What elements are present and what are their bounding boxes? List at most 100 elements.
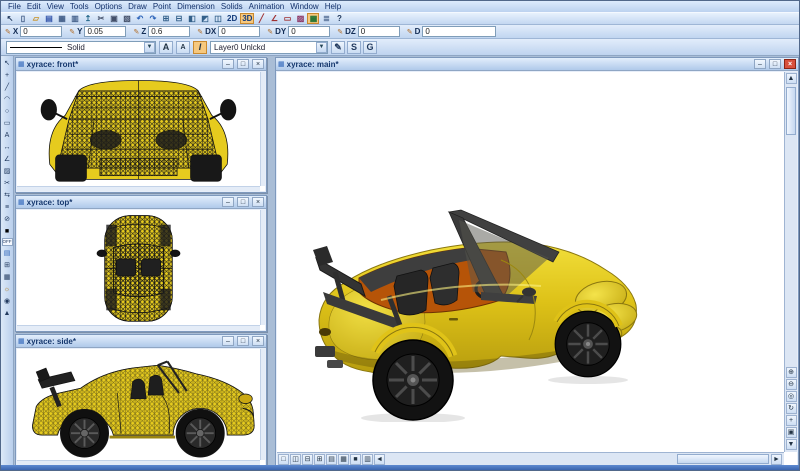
line-tool-icon[interactable]: ╱ [2, 82, 13, 92]
coord-input[interactable]: 0 [358, 26, 400, 37]
view-split-v-button[interactable]: ⊟ [302, 454, 313, 465]
mode-3d-button[interactable]: 3D [240, 13, 254, 24]
minimize-button[interactable]: – [754, 59, 766, 69]
spline-button[interactable]: S [347, 41, 361, 54]
viewport-main-titlebar[interactable]: ▦ xyrace: main* – □ × [276, 58, 798, 71]
viewport-top-canvas[interactable] [17, 210, 265, 330]
arc-tool-icon[interactable]: ◠ [2, 94, 13, 104]
trim-tool-icon[interactable]: ✂ [2, 178, 13, 188]
viewport-front-canvas[interactable] [17, 72, 265, 191]
coord-input[interactable]: 0.05 [84, 26, 126, 37]
view-iso-icon[interactable]: ◫ [212, 13, 224, 24]
menu-point[interactable]: Point [150, 2, 174, 11]
angle-tool-icon[interactable]: ∠ [268, 13, 280, 24]
view-grid-button[interactable]: ▦ [338, 454, 349, 465]
coord-lock-icon[interactable]: ✎ [337, 28, 343, 36]
menu-options[interactable]: Options [92, 2, 126, 11]
render-icon[interactable]: ▲ [2, 308, 13, 318]
viewport-scrollbar[interactable] [260, 72, 265, 186]
pointer-icon[interactable]: ↖ [4, 13, 16, 24]
horizontal-scroll-thumb[interactable] [677, 454, 769, 464]
refresh-view-icon[interactable]: ▣ [786, 427, 797, 438]
viewport-scrollbar[interactable] [260, 349, 265, 460]
zoom-out-icon[interactable]: ⊖ [786, 379, 797, 390]
coord-lock-icon[interactable]: ✎ [267, 28, 273, 36]
viewport-front-titlebar[interactable]: ▦ xyrace: front* – □ × [16, 58, 266, 71]
vertical-scroll-thumb[interactable] [786, 87, 796, 135]
view-wireframe-button[interactable]: ▥ [362, 454, 373, 465]
hatch-tool-icon[interactable]: ▨ [2, 166, 13, 176]
menu-help[interactable]: Help [322, 2, 344, 11]
text-tool-icon[interactable]: A [2, 130, 13, 140]
font-decrease-button[interactable]: A [176, 41, 190, 54]
save-icon[interactable]: ▤ [43, 13, 55, 24]
zoom-in-icon[interactable]: ⊕ [786, 367, 797, 378]
coord-lock-icon[interactable]: ✎ [69, 28, 75, 36]
menu-dimension[interactable]: Dimension [174, 2, 218, 11]
angle-tool-icon[interactable]: ∠ [2, 154, 13, 164]
maximize-button[interactable]: □ [237, 59, 249, 69]
coord-lock-icon[interactable]: ✎ [5, 28, 11, 36]
close-button[interactable]: × [252, 197, 264, 207]
viewport-top-titlebar[interactable]: ▦ xyrace: top* – □ × [16, 196, 266, 209]
select-arrow-icon[interactable]: ↖ [2, 58, 13, 68]
off-toggle[interactable]: OFF [2, 238, 13, 246]
horizontal-scroll-track[interactable] [386, 453, 771, 465]
chevron-down-icon[interactable]: ▼ [316, 42, 327, 53]
hatch-tool-icon[interactable]: ▨ [294, 13, 306, 24]
viewport-scrollbar[interactable] [17, 186, 260, 191]
menu-file[interactable]: File [5, 2, 24, 11]
vertical-scroll-track[interactable] [785, 85, 797, 367]
view-quad-button[interactable]: ⊞ [314, 454, 325, 465]
menu-animation[interactable]: Animation [246, 2, 288, 11]
menu-tools[interactable]: Tools [67, 2, 92, 11]
coord-input[interactable]: 0.6 [148, 26, 190, 37]
line-tool-icon[interactable]: ╱ [255, 13, 267, 24]
maximize-button[interactable]: □ [237, 197, 249, 207]
view-split-h-button[interactable]: ◫ [290, 454, 301, 465]
box-tool-icon[interactable]: ▭ [281, 13, 293, 24]
menu-edit[interactable]: Edit [24, 2, 44, 11]
viewport-scrollbar[interactable] [17, 325, 260, 330]
rectangle-tool-icon[interactable]: ▭ [2, 118, 13, 128]
zoom-window-icon[interactable]: ⊞ [160, 13, 172, 24]
point-tool-icon[interactable]: + [2, 70, 13, 80]
offset-tool-icon[interactable]: ≡ [2, 202, 13, 212]
minimize-button[interactable]: – [222, 197, 234, 207]
viewport-main-canvas[interactable] [277, 72, 784, 452]
close-button[interactable]: × [252, 336, 264, 346]
shade-mode-icon[interactable]: ▦ [307, 13, 319, 24]
layer-select[interactable]: Layer0 Unlckd ▼ [210, 41, 328, 54]
pan-icon[interactable]: + [786, 415, 797, 426]
cut-icon[interactable]: ✂ [95, 13, 107, 24]
chevron-down-icon[interactable]: ▼ [144, 42, 155, 53]
color-swatch-black[interactable]: ■ [2, 226, 13, 236]
view-shaded-button[interactable]: ■ [350, 454, 361, 465]
view-top-icon[interactable]: ◩ [199, 13, 211, 24]
scroll-right-button[interactable]: ► [771, 454, 782, 465]
layers-icon[interactable]: ▤ [2, 248, 13, 258]
print-icon[interactable]: ▦ [56, 13, 68, 24]
coord-input[interactable]: 0 [422, 26, 496, 37]
menu-draw[interactable]: Draw [125, 2, 150, 11]
menu-window[interactable]: Window [287, 2, 321, 11]
zoom-extents-icon[interactable]: ◎ [786, 391, 797, 402]
coord-input[interactable]: 0 [288, 26, 330, 37]
font-increase-button[interactable]: A [159, 41, 173, 54]
close-button[interactable]: × [784, 59, 796, 69]
copy-icon[interactable]: ▣ [108, 13, 120, 24]
close-button[interactable]: × [252, 59, 264, 69]
maximize-button[interactable]: □ [237, 336, 249, 346]
edit-style-icon[interactable]: ✎ [331, 41, 345, 54]
line-style-select[interactable]: Solid ▼ [6, 41, 156, 54]
mode-2d-button[interactable]: 2D [225, 13, 239, 24]
scroll-down-button[interactable]: ▼ [786, 439, 797, 450]
view-list-button[interactable]: ▤ [326, 454, 337, 465]
maximize-button[interactable]: □ [769, 59, 781, 69]
group-button[interactable]: G [363, 41, 377, 54]
view-front-icon[interactable]: ◧ [186, 13, 198, 24]
viewport-scrollbar[interactable] [260, 210, 265, 325]
coord-lock-icon[interactable]: ✎ [407, 28, 413, 36]
zoom-previous-icon[interactable]: ⊟ [173, 13, 185, 24]
snap-icon[interactable]: ⊞ [2, 260, 13, 270]
